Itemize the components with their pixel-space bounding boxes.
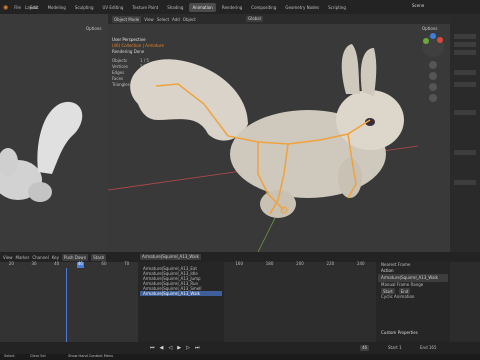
left-options-button[interactable]: Options bbox=[86, 27, 101, 31]
current-frame-field[interactable]: 46 bbox=[360, 345, 370, 351]
tab-compositing[interactable]: Compositing bbox=[248, 3, 279, 12]
menu-select[interactable]: Select bbox=[157, 17, 169, 22]
camera-icon[interactable] bbox=[429, 83, 437, 91]
z-axis-icon[interactable] bbox=[430, 33, 436, 39]
menu-object[interactable]: Object bbox=[183, 17, 196, 22]
frame-tick: 60 bbox=[101, 261, 107, 266]
tab-scripting[interactable]: Scripting bbox=[325, 3, 349, 12]
play-icon[interactable]: ▶ bbox=[177, 345, 181, 351]
mode-dropdown[interactable]: Object Mode bbox=[112, 15, 142, 23]
graph-ruler: 160 180 200 220 240 bbox=[224, 262, 376, 268]
dopesheet-area[interactable] bbox=[0, 262, 138, 342]
tab-texture-paint[interactable]: Texture Paint bbox=[129, 3, 161, 12]
stash-button[interactable]: Stash bbox=[91, 253, 107, 261]
menu-add[interactable]: Add bbox=[172, 17, 180, 22]
workspace-tabs: Layout Modeling Sculpting UV Editing Tex… bbox=[22, 0, 349, 14]
playback-bar bbox=[0, 342, 480, 354]
tab-shading[interactable]: Shading bbox=[164, 3, 186, 12]
graph-tick: 200 bbox=[296, 261, 304, 266]
status-hint-context: Show Hand Context Menu bbox=[68, 354, 114, 358]
prev-key-icon[interactable]: ◀ bbox=[160, 345, 164, 351]
tab-modeling[interactable]: Modeling bbox=[45, 3, 69, 12]
frame-tick: 20 bbox=[8, 261, 14, 266]
tab-rendering[interactable]: Rendering bbox=[219, 3, 245, 12]
status-hint-select: Select bbox=[4, 354, 15, 358]
scene-selector[interactable]: Scene bbox=[412, 4, 424, 8]
y-axis-icon[interactable] bbox=[423, 38, 429, 44]
tl-menu-key[interactable]: Key bbox=[52, 255, 59, 260]
graph-tick: 160 bbox=[235, 261, 244, 266]
tab-geometry-nodes[interactable]: Geometry Nodes bbox=[282, 3, 322, 12]
play-reverse-icon[interactable]: ◁ bbox=[168, 345, 172, 351]
status-hint-clear: Clear Sel bbox=[30, 354, 46, 358]
nla-properties-content: Nearest Frame Action Armature|Squirrel_A… bbox=[378, 262, 448, 336]
orientation-dropdown[interactable]: Global bbox=[246, 16, 263, 22]
start-frame-field[interactable]: Start 1 bbox=[388, 346, 402, 350]
jump-start-icon[interactable]: ⏮ bbox=[150, 345, 155, 351]
action-field[interactable]: Armature|Squirrel_A13_Walk bbox=[378, 274, 448, 282]
tl-menu-view[interactable]: View bbox=[3, 255, 13, 260]
playhead-line[interactable] bbox=[66, 268, 67, 342]
grid-icon[interactable] bbox=[429, 94, 437, 102]
tab-layout[interactable]: Layout bbox=[22, 3, 42, 12]
navigation-gizmo[interactable] bbox=[418, 32, 448, 104]
x-axis-icon[interactable] bbox=[437, 37, 443, 43]
frame-tick: 40 bbox=[54, 261, 60, 266]
tab-animation[interactable]: Animation bbox=[189, 2, 216, 12]
action-selector[interactable]: Armature|Squirrel_A13_Walk bbox=[140, 254, 201, 260]
squirrel-with-armature[interactable] bbox=[108, 24, 418, 252]
action-list-items: Armature|Squirrel_A13_Eat Armature|Squir… bbox=[140, 266, 222, 296]
viewport-options-button[interactable]: Options bbox=[422, 27, 437, 31]
end-frame-field[interactable]: End 165 bbox=[420, 346, 437, 350]
tl-menu-channel[interactable]: Channel bbox=[32, 255, 48, 260]
zoom-icon[interactable] bbox=[429, 61, 437, 69]
graph-tick: 180 bbox=[265, 261, 274, 266]
graph-tick: 240 bbox=[356, 261, 365, 266]
cyclic-animation-checkbox[interactable]: Cyclic Animation bbox=[378, 294, 448, 300]
tab-uv-editing[interactable]: UV Editing bbox=[100, 3, 127, 12]
jump-end-icon[interactable]: ⏭ bbox=[195, 345, 200, 351]
graph-tick: 220 bbox=[326, 261, 335, 266]
squirrel-mesh-preview bbox=[0, 101, 83, 202]
tl-menu-marker[interactable]: Marker bbox=[16, 255, 30, 260]
properties-icons bbox=[454, 34, 476, 185]
pan-icon[interactable] bbox=[429, 72, 437, 80]
frame-ruler: 20 30 40 46 60 70 bbox=[0, 262, 138, 268]
menu-view[interactable]: View bbox=[144, 17, 154, 22]
viewport-header-menu: Object Mode View Select Add Object bbox=[112, 14, 196, 24]
frame-tick: 30 bbox=[31, 261, 37, 266]
current-frame-indicator[interactable]: 46 bbox=[76, 262, 84, 268]
playback-controls: ⏮ ◀ ◁ ▶ ▷ ⏭ bbox=[150, 342, 199, 354]
tab-sculpting[interactable]: Sculpting bbox=[72, 3, 97, 12]
next-key-icon[interactable]: ▷ bbox=[186, 345, 190, 351]
frame-tick: 70 bbox=[124, 261, 130, 266]
custom-properties-section[interactable]: Custom Properties bbox=[378, 330, 448, 336]
blender-logo-icon[interactable]: ◉ bbox=[3, 4, 8, 11]
nla-graph[interactable] bbox=[224, 262, 376, 342]
push-down-button[interactable]: Push Down bbox=[62, 253, 89, 261]
action-item-selected[interactable]: Armature|Squirrel_A13_Walk bbox=[140, 291, 222, 296]
